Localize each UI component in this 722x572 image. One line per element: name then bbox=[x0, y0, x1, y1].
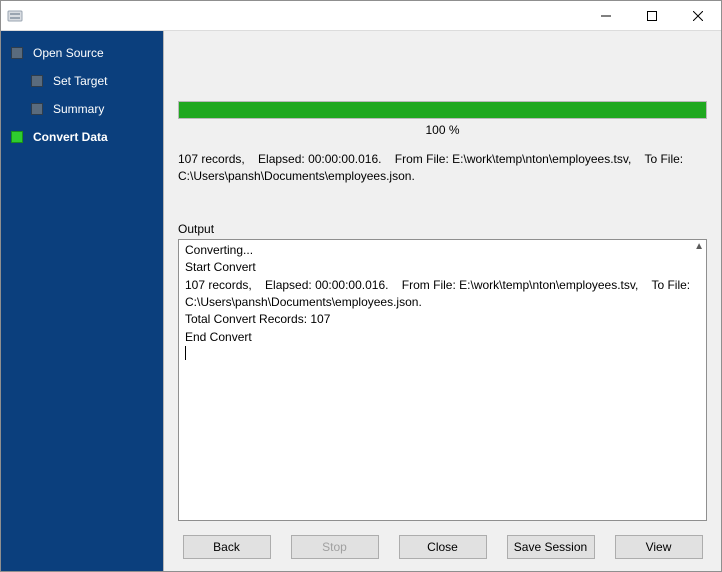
step-box-icon bbox=[31, 103, 43, 115]
save-session-button[interactable]: Save Session bbox=[507, 535, 595, 559]
output-text: Converting... Start Convert 107 records,… bbox=[179, 240, 706, 348]
sidebar-item-set-target[interactable]: Set Target bbox=[1, 67, 163, 95]
button-row: Back Stop Close Save Session View bbox=[164, 525, 721, 571]
stop-button[interactable]: Stop bbox=[291, 535, 379, 559]
main-panel: 100 % 107 records, Elapsed: 00:00:00.016… bbox=[163, 31, 721, 571]
window-controls bbox=[583, 1, 721, 30]
progress-section: 100 % bbox=[178, 101, 707, 137]
back-button[interactable]: Back bbox=[183, 535, 271, 559]
nav-list: Open Source Set Target Summary Convert D… bbox=[1, 39, 163, 151]
app-window: Open Source Set Target Summary Convert D… bbox=[0, 0, 722, 572]
close-button[interactable]: Close bbox=[399, 535, 487, 559]
step-box-icon bbox=[11, 47, 23, 59]
sidebar-item-label: Convert Data bbox=[33, 130, 108, 144]
sidebar-item-label: Summary bbox=[53, 102, 104, 116]
titlebar-left bbox=[7, 8, 29, 24]
app-icon bbox=[7, 8, 23, 24]
progress-bar bbox=[178, 101, 707, 119]
step-box-icon bbox=[31, 75, 43, 87]
step-box-icon bbox=[11, 131, 23, 143]
view-button[interactable]: View bbox=[615, 535, 703, 559]
progress-fill bbox=[179, 102, 706, 118]
output-box[interactable]: ▲ Converting... Start Convert 107 record… bbox=[178, 239, 707, 521]
close-window-button[interactable] bbox=[675, 1, 721, 30]
sidebar-item-label: Open Source bbox=[33, 46, 104, 60]
sidebar-item-open-source[interactable]: Open Source bbox=[1, 39, 163, 67]
minimize-button[interactable] bbox=[583, 1, 629, 30]
progress-label: 100 % bbox=[178, 123, 707, 137]
main-body: 100 % 107 records, Elapsed: 00:00:00.016… bbox=[164, 31, 721, 525]
scroll-up-icon: ▲ bbox=[694, 242, 704, 252]
sidebar: Open Source Set Target Summary Convert D… bbox=[1, 31, 163, 571]
output-label: Output bbox=[178, 222, 707, 236]
text-caret bbox=[185, 346, 706, 360]
maximize-button[interactable] bbox=[629, 1, 675, 30]
content: Open Source Set Target Summary Convert D… bbox=[1, 31, 721, 571]
sidebar-item-convert-data[interactable]: Convert Data bbox=[1, 123, 163, 151]
sidebar-item-label: Set Target bbox=[53, 74, 107, 88]
status-text: 107 records, Elapsed: 00:00:00.016. From… bbox=[178, 151, 707, 186]
titlebar bbox=[1, 1, 721, 31]
sidebar-item-summary[interactable]: Summary bbox=[1, 95, 163, 123]
